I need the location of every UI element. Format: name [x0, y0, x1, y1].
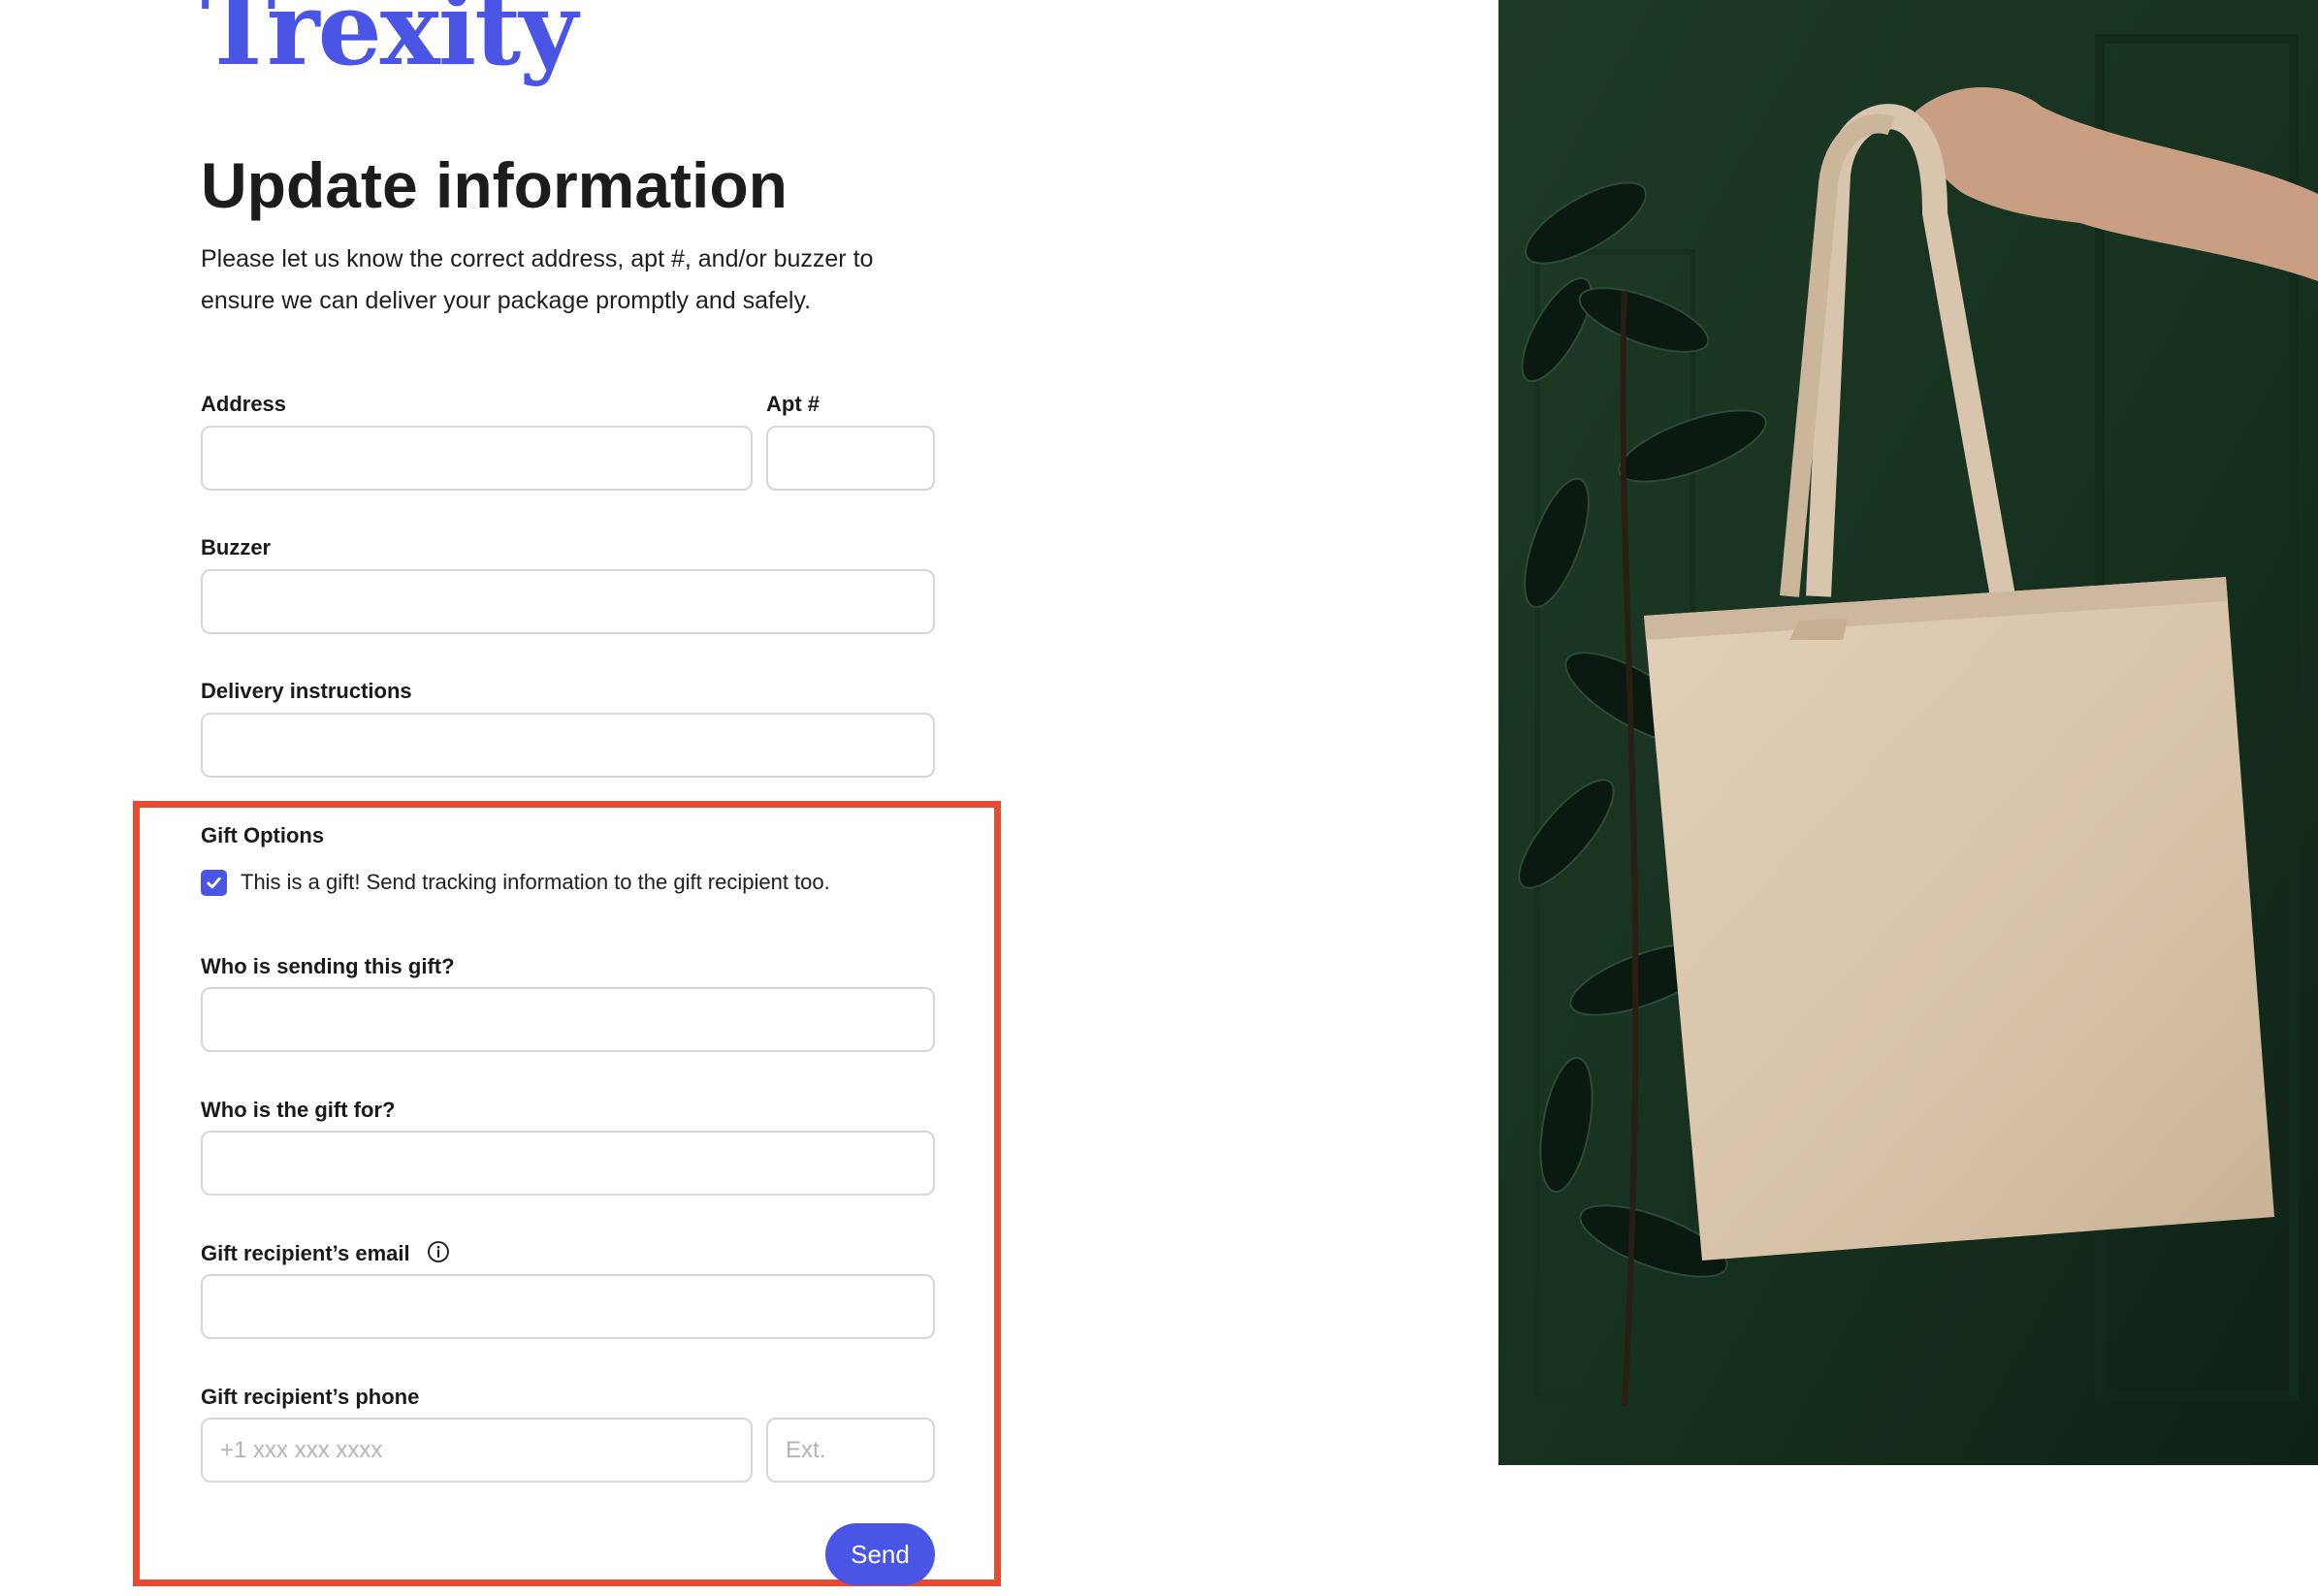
gift-email-input[interactable] [201, 1274, 935, 1339]
gift-sender-input[interactable] [201, 987, 935, 1052]
delivery-instructions-label: Delivery instructions [201, 679, 412, 703]
address-label: Address [201, 392, 287, 416]
gift-recipient-label: Who is the gift for? [201, 1098, 396, 1122]
address-input[interactable] [201, 426, 753, 491]
page-subtitle: Please let us know the correct address, … [201, 245, 874, 314]
gift-phone-ext-input[interactable] [766, 1418, 935, 1483]
gift-phone-input[interactable] [201, 1418, 753, 1483]
gift-recipient-input[interactable] [201, 1131, 935, 1196]
info-icon[interactable] [427, 1240, 450, 1263]
update-information-page: Trexity Update information Please let us… [0, 0, 2318, 1596]
buzzer-input[interactable] [201, 569, 935, 634]
gift-phone-label: Gift recipient’s phone [201, 1385, 420, 1409]
tote-bag-photo [1498, 0, 2318, 1465]
page-title: Update information [201, 149, 788, 221]
send-button[interactable]: Send [825, 1523, 935, 1585]
gift-checkbox[interactable] [201, 870, 227, 896]
gift-checkbox-label[interactable]: This is a gift! Send tracking informatio… [241, 870, 830, 895]
trexity-logo: Trexity [201, 0, 578, 88]
apt-label: Apt # [766, 392, 820, 416]
delivery-instructions-input[interactable] [201, 713, 935, 778]
gift-sender-label: Who is sending this gift? [201, 954, 455, 978]
checkmark-icon [207, 877, 221, 889]
gift-email-label: Gift recipient’s email [201, 1241, 410, 1265]
gift-options-label: Gift Options [201, 823, 325, 847]
buzzer-label: Buzzer [201, 535, 272, 559]
tote-bag-illustration [1498, 0, 2318, 1465]
apt-input[interactable] [766, 426, 935, 491]
